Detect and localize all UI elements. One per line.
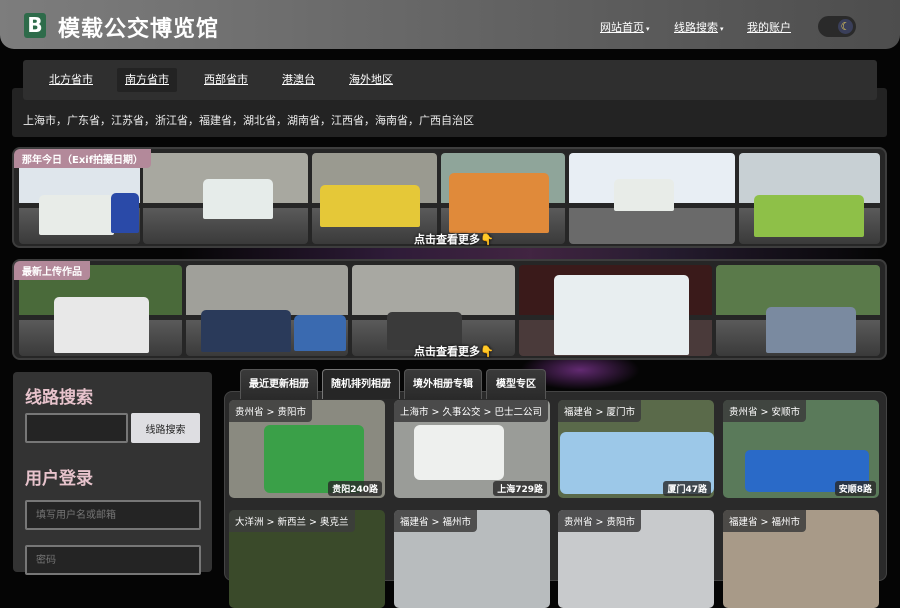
gallery-panel: 贵州省 > 贵阳市 贵阳240路 上海市 > 久事公交 > 巴士二公司 上海729路…: [224, 391, 887, 608]
username-field[interactable]: [25, 500, 201, 530]
tab-models[interactable]: 模型专区: [486, 369, 546, 399]
site-header: B 模载公交博览馆 网站首页 ▾ 线路搜索 ▾ 我的账户 ☾: [0, 0, 900, 49]
nav-my-account[interactable]: 我的账户: [747, 19, 791, 35]
album-card[interactable]: 福建省 > 福州市: [723, 510, 879, 608]
photo-thumb[interactable]: [519, 265, 712, 356]
caret-down-icon: ▾: [646, 25, 650, 33]
album-card[interactable]: 贵州省 > 安顺市安顺8路: [723, 400, 879, 498]
latest-uploads-strip: 最新上传作品 点击查看更多👇: [12, 259, 887, 360]
view-more-link[interactable]: 点击查看更多👇: [414, 343, 494, 358]
album-breadcrumb: 福建省 > 厦门市: [558, 400, 641, 422]
album-breadcrumb: 上海市 > 久事公交 > 巴士二公司: [394, 400, 548, 422]
nav-label: 网站首页: [600, 21, 644, 34]
photo-thumb[interactable]: [716, 265, 880, 356]
album-caption: 安顺8路: [834, 481, 876, 496]
tab-hk-macau-taiwan[interactable]: 港澳台: [274, 68, 323, 92]
album-card[interactable]: 上海市 > 久事公交 > 巴士二公司上海729路: [394, 400, 550, 498]
album-breadcrumb: 贵州省 > 贵阳市: [558, 510, 641, 532]
tab-recent-albums[interactable]: 最近更新相册: [240, 369, 318, 399]
region-tabs: 北方省市 南方省市 西部省市 港澳台 海外地区: [23, 60, 877, 100]
album-breadcrumb: 大洋洲 > 新西兰 > 奥克兰: [229, 510, 355, 532]
album-caption: 厦门47路: [663, 481, 711, 496]
album-breadcrumb: 贵州省 > 安顺市: [723, 400, 806, 422]
nav-label: 线路搜索: [674, 21, 718, 34]
album-card[interactable]: 贵州省 > 贵阳市: [558, 510, 714, 608]
album-card[interactable]: 贵州省 > 贵阳市贵阳240路: [229, 400, 385, 498]
site-title[interactable]: 模载公交博览馆: [58, 11, 219, 43]
photo-thumb[interactable]: [186, 265, 348, 356]
photo-thumb[interactable]: [739, 153, 880, 244]
tab-south[interactable]: 南方省市: [117, 68, 177, 92]
moon-icon: ☾: [838, 19, 853, 34]
login-title: 用户登录: [25, 469, 93, 489]
album-card[interactable]: 福建省 > 福州市: [394, 510, 550, 608]
tab-random-albums[interactable]: 随机排列相册: [322, 369, 400, 399]
tab-overseas-albums[interactable]: 境外相册专辑: [404, 369, 482, 399]
album-card[interactable]: 大洋洲 > 新西兰 > 奥克兰: [229, 510, 385, 608]
photo-thumb[interactable]: [569, 153, 735, 244]
route-search-input[interactable]: [25, 413, 128, 443]
album-breadcrumb: 福建省 > 福州市: [723, 510, 806, 532]
album-breadcrumb: 贵州省 > 贵阳市: [229, 400, 312, 422]
tab-north[interactable]: 北方省市: [41, 68, 101, 92]
album-caption: 上海729路: [493, 481, 547, 496]
strip-label: 那年今日（Exif拍摄日期）: [14, 149, 152, 168]
route-search-title: 线路搜索: [25, 388, 93, 408]
nav-route-search[interactable]: 线路搜索 ▾: [674, 19, 724, 35]
album-card[interactable]: 福建省 > 厦门市厦门47路: [558, 400, 714, 498]
password-field[interactable]: [25, 545, 201, 575]
sidebar: 线路搜索 线路搜索 用户登录: [13, 372, 212, 575]
caret-down-icon: ▾: [720, 25, 724, 33]
album-caption: 贵阳240路: [328, 481, 382, 496]
on-this-day-strip: 那年今日（Exif拍摄日期） 点击查看更多👇: [12, 147, 887, 248]
photo-thumb[interactable]: [143, 153, 308, 244]
theme-toggle[interactable]: ☾: [818, 16, 856, 37]
nav-home[interactable]: 网站首页 ▾: [600, 19, 650, 35]
strip-label: 最新上传作品: [14, 261, 90, 280]
album-breadcrumb: 福建省 > 福州市: [394, 510, 477, 532]
view-more-link[interactable]: 点击查看更多👇: [414, 231, 494, 246]
logo-icon[interactable]: B: [24, 13, 46, 38]
tab-overseas[interactable]: 海外地区: [341, 68, 401, 92]
route-search-button[interactable]: 线路搜索: [131, 413, 200, 443]
tab-west[interactable]: 西部省市: [196, 68, 256, 92]
